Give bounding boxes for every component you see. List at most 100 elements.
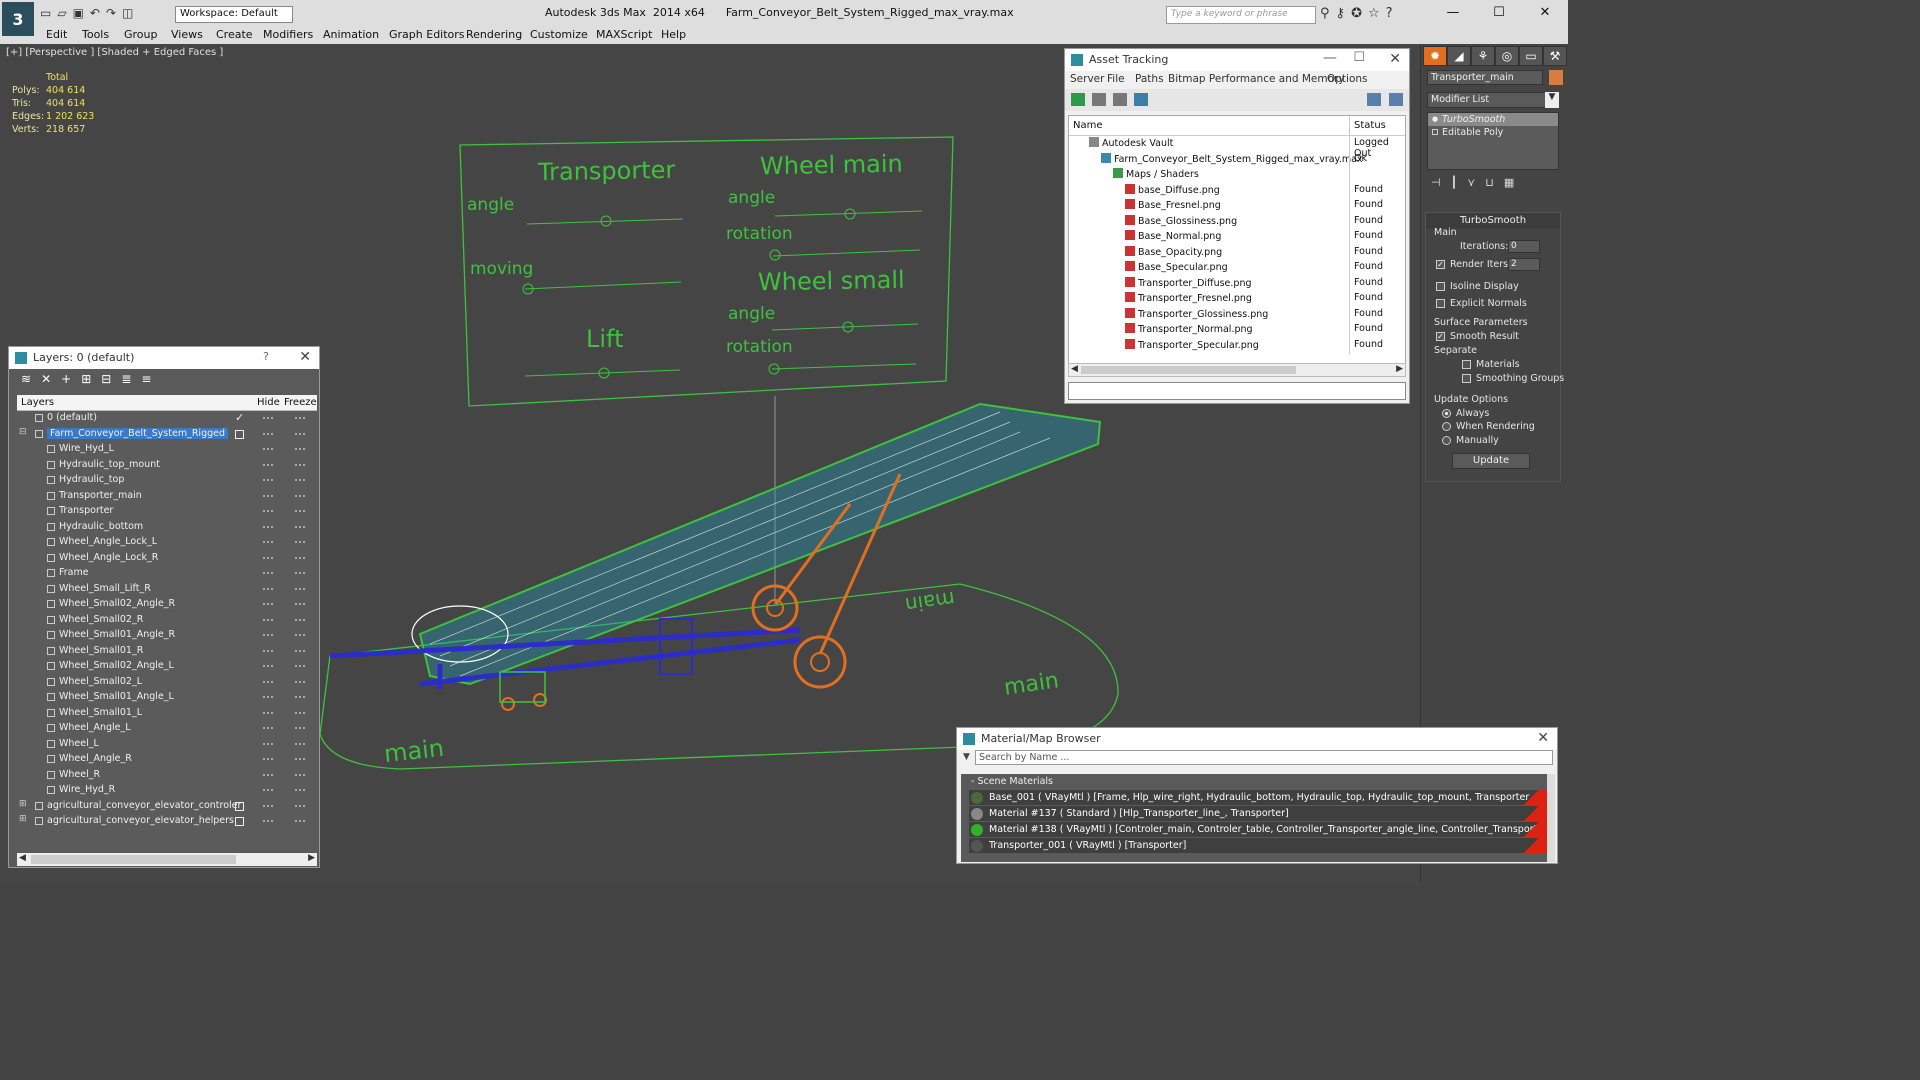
menu-paths[interactable]: Paths	[1135, 73, 1164, 85]
layer-row[interactable]: Wheel_Small01_Angle_R	[17, 628, 317, 644]
modify-tab-icon[interactable]: ◢	[1447, 46, 1471, 66]
conveyor-belt[interactable]	[418, 402, 1102, 686]
freeze-toggle[interactable]	[295, 432, 305, 435]
hide-toggle[interactable]	[263, 711, 273, 714]
explicit-normals-checkbox[interactable]	[1436, 299, 1445, 308]
layer-row[interactable]: Wheel_R	[17, 768, 317, 784]
wheel-right[interactable]	[793, 635, 847, 689]
asset-panel-title[interactable]: Asset Tracking — ☐ ✕	[1065, 49, 1409, 71]
layer-name[interactable]: agricultural_conveyor_elevator_controler	[47, 800, 241, 811]
smoothing-groups-checkbox[interactable]	[1462, 374, 1471, 383]
asset-row[interactable]: Base_Normal.png Found	[1069, 229, 1405, 245]
chevron-down-icon[interactable]: ▼	[1545, 92, 1559, 108]
manually-radio[interactable]	[1442, 436, 1451, 445]
layer-row[interactable]: Frame	[17, 566, 317, 582]
hide-toggle[interactable]	[263, 742, 273, 745]
layer-row[interactable]: Wheel_Small01_R	[17, 644, 317, 660]
freeze-toggle[interactable]	[295, 649, 305, 652]
show-end-result-icon[interactable]: ┃	[1451, 176, 1458, 189]
hide-toggle[interactable]	[263, 587, 273, 590]
close-icon[interactable]: ✕	[1537, 730, 1549, 746]
layer-name[interactable]: Wheel_Small02_R	[59, 614, 143, 625]
asset-row[interactable]: Farm_Conveyor_Belt_System_Rigged_max_vra…	[1069, 151, 1405, 168]
layer-panel-title[interactable]: Layers: 0 (default) ? ✕	[9, 347, 319, 369]
menu-tools[interactable]: Tools	[82, 28, 109, 41]
scroll-right-icon[interactable]: ▶	[308, 853, 315, 863]
subscription-icon[interactable]: ⚷	[1336, 6, 1346, 21]
col-freeze[interactable]: Freeze	[284, 397, 317, 408]
asset-path-field[interactable]	[1068, 382, 1406, 400]
freeze-toggle[interactable]	[295, 758, 305, 760]
layer-row[interactable]: Wheel_Angle_L	[17, 721, 317, 737]
hide-toggle[interactable]	[263, 649, 273, 652]
maximize-icon[interactable]: ☐	[1353, 50, 1365, 65]
close-icon[interactable]: ✕	[1389, 51, 1401, 67]
layer-name[interactable]: Transporter_main	[59, 490, 142, 501]
make-unique-icon[interactable]: ⋎	[1467, 176, 1475, 189]
layer-row[interactable]: Hydraulic_top_mount	[17, 458, 317, 474]
freeze-toggle[interactable]	[295, 665, 305, 667]
detail-view-icon[interactable]	[1113, 93, 1127, 106]
hide-toggle[interactable]	[263, 525, 273, 528]
help-icon[interactable]: ?	[1386, 6, 1393, 21]
layer-name[interactable]: Wheel_Small01_Angle_R	[59, 629, 175, 640]
material-search-input[interactable]: Search by Name ...	[975, 750, 1553, 765]
asset-row[interactable]: Transporter_Fresnel.png Found	[1069, 291, 1405, 307]
hide-toggle[interactable]	[263, 510, 273, 512]
freeze-toggle[interactable]	[295, 417, 305, 419]
layer-name[interactable]: Wheel_R	[59, 769, 100, 780]
asset-row[interactable]: Maps / Shaders	[1069, 167, 1405, 183]
freeze-toggle[interactable]	[295, 820, 305, 822]
hide-toggle[interactable]	[263, 572, 273, 574]
materials-checkbox[interactable]	[1462, 360, 1471, 369]
layer-name[interactable]: Wheel_Angle_R	[59, 753, 132, 764]
freeze-toggle[interactable]	[295, 587, 305, 590]
display-tab-icon[interactable]: ▭	[1519, 46, 1543, 66]
add-layer-icon[interactable]: +	[61, 372, 71, 388]
stack-item-editable-poly[interactable]: Editable Poly	[1428, 126, 1558, 139]
menu-edit[interactable]: Edit	[46, 28, 67, 41]
layer-row[interactable]: ⊞ agricultural_conveyor_elevator_controle…	[17, 799, 317, 815]
object-name-field[interactable]: Transporter_main	[1427, 70, 1543, 85]
col-status[interactable]: Status	[1354, 120, 1386, 131]
layer-name[interactable]: Wire_Hyd_R	[59, 784, 115, 795]
delete-layer-icon[interactable]: ✕	[41, 372, 51, 388]
hide-toggle[interactable]	[263, 479, 273, 481]
menu-group[interactable]: Group	[124, 28, 158, 41]
render-iters-spinner[interactable]: 2	[1508, 258, 1540, 271]
iterations-spinner[interactable]: 0	[1508, 240, 1540, 253]
layer-row[interactable]: Wheel_Small_Lift_R	[17, 582, 317, 598]
layer-row[interactable]: Wheel_Small02_L	[17, 675, 317, 691]
layer-row[interactable]: Wheel_Angle_Lock_L	[17, 535, 317, 551]
menu-graph-editors[interactable]: Graph Editors	[389, 28, 465, 41]
layer-name[interactable]: Wire_Hyd_L	[59, 443, 114, 454]
favorites-star-icon[interactable]: ☆	[1368, 6, 1380, 21]
layer-row[interactable]: Transporter	[17, 504, 317, 520]
menu-customize[interactable]: Customize	[530, 28, 588, 41]
freeze-toggle[interactable]	[295, 448, 305, 450]
layer-name[interactable]: Hydraulic_top_mount	[59, 459, 160, 470]
freeze-toggle[interactable]	[295, 773, 305, 776]
freeze-toggle[interactable]	[295, 804, 305, 807]
asset-row[interactable]: Base_Glossiness.png Found	[1069, 213, 1405, 230]
maximize-icon[interactable]: ☐	[1476, 0, 1522, 24]
undo-icon[interactable]: ↶	[90, 6, 100, 20]
hide-toggle[interactable]	[263, 463, 273, 466]
minimize-icon[interactable]: —	[1323, 50, 1337, 66]
freeze-toggle[interactable]	[295, 727, 305, 729]
update-button[interactable]: Update	[1452, 453, 1530, 469]
search-input[interactable]: Type a keyword or phrase	[1166, 6, 1316, 24]
scrollbar-thumb[interactable]	[1081, 366, 1296, 374]
stack-item-turbosmooth[interactable]: ● TurboSmooth	[1428, 113, 1558, 126]
layer-name[interactable]: Hydraulic_bottom	[59, 521, 143, 532]
hide-toggle[interactable]	[263, 556, 273, 559]
refresh-icon[interactable]	[1071, 93, 1085, 106]
layer-row[interactable]: Wheel_Angle_Lock_R	[17, 551, 317, 567]
col-layers[interactable]: Layers	[21, 397, 54, 408]
expand-toggle-icon[interactable]: ⊞	[19, 799, 27, 809]
layer-name[interactable]: 0 (default)	[47, 412, 97, 423]
scroll-left-icon[interactable]: ◀	[19, 853, 26, 863]
layer-row[interactable]: Hydraulic_bottom	[17, 520, 317, 536]
material-browser-title[interactable]: Material/Map Browser ✕	[957, 728, 1557, 750]
hide-toggle[interactable]	[263, 618, 273, 621]
